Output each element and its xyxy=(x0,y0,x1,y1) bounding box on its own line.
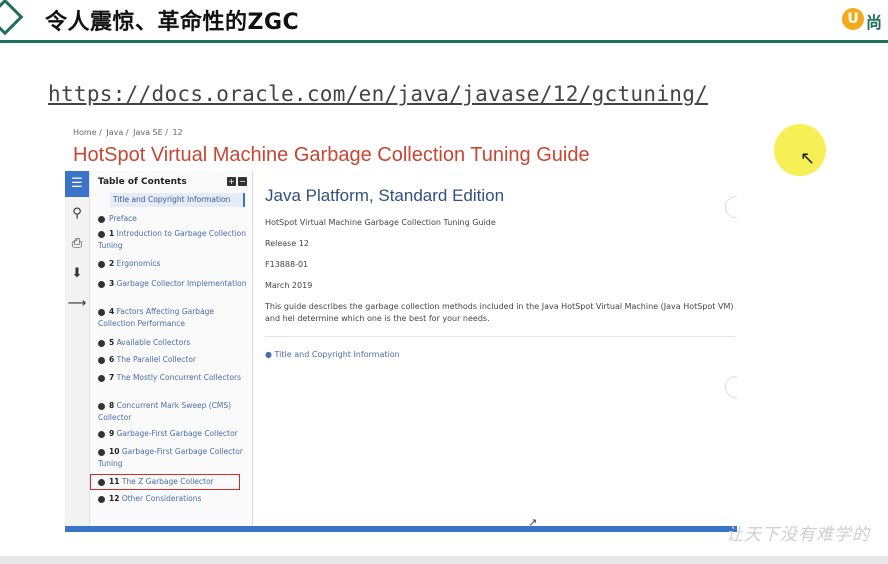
toc-heading: Table of Contents xyxy=(98,177,187,187)
watermark-text: 让天下没有难学的 xyxy=(726,525,870,545)
toc-item[interactable]: 6 The Parallel Collector xyxy=(98,354,248,366)
main-content: Java Platform, Standard Edition HotSpot … xyxy=(253,171,737,532)
toc-item-label: Garbage Collector Implementation xyxy=(116,279,247,288)
diamond-logo-icon xyxy=(0,0,24,36)
toc-item[interactable]: 1 Introduction to Garbage Collection Tun… xyxy=(98,228,248,252)
toc-item-number: 7 xyxy=(109,373,115,382)
expand-all-icon[interactable]: + xyxy=(227,177,236,186)
brand-text: 尚 xyxy=(866,13,883,32)
toc-item-number: 4 xyxy=(109,307,115,316)
cursor-arrow-icon: ↖ xyxy=(800,148,816,169)
slide-title: 令人震惊、革命性的ZGC xyxy=(45,10,300,35)
share-icon[interactable]: ⟶ xyxy=(65,291,89,317)
toc-item[interactable]: 5 Available Collectors xyxy=(98,337,248,349)
release-text: Release 12 xyxy=(265,239,309,248)
expand-bullet-icon[interactable] xyxy=(98,495,105,503)
toc-item-number: 3 xyxy=(109,279,115,288)
expand-bullet-icon[interactable] xyxy=(98,448,105,456)
expand-bullet-icon[interactable] xyxy=(98,215,105,223)
toc-item-label: Available Collectors xyxy=(116,338,191,347)
toc-item-label: Ergonomics xyxy=(116,259,161,268)
toc-item-number: 6 xyxy=(109,355,115,364)
expand-bullet-icon[interactable] xyxy=(98,356,105,364)
doc-id-text: F13888-01 xyxy=(265,260,309,269)
toc-item[interactable]: 12 Other Considerations xyxy=(98,493,248,505)
breadcrumb: Home / Java / Java SE / 12 xyxy=(73,128,185,137)
title-copyright-label: Title and Copyright Information xyxy=(274,350,400,359)
toc-item-number: 12 xyxy=(109,494,120,503)
toc-item-number: 5 xyxy=(109,338,115,347)
expand-bullet-icon[interactable] xyxy=(98,280,105,288)
breadcrumb-version[interactable]: 12 xyxy=(172,128,182,137)
toc-item-title[interactable]: Title and Copyright Information xyxy=(110,193,245,207)
content-divider xyxy=(265,336,735,337)
brand-mark: U xyxy=(842,8,864,30)
toc-item[interactable]: 4 Factors Affecting Garbage Collection P… xyxy=(98,306,248,330)
collapse-all-icon[interactable]: − xyxy=(238,177,247,186)
prev-page-icon[interactable] xyxy=(725,376,737,398)
toc-item[interactable]: 10 Garbage-First Garbage Collector Tunin… xyxy=(98,446,248,470)
link-arrow-icon: ● xyxy=(265,350,275,359)
date-text: March 2019 xyxy=(265,281,313,290)
toc-item-label: Garbage-First Garbage Collector xyxy=(116,429,238,438)
expand-bullet-icon[interactable] xyxy=(98,308,105,316)
slide-header: 令人震惊、革命性的ZGC U 尚 xyxy=(0,0,888,43)
breadcrumb-javase[interactable]: Java SE / xyxy=(133,128,168,137)
toc-item[interactable]: Preface xyxy=(98,213,248,225)
search-icon[interactable]: ⚲ xyxy=(65,201,89,227)
description-text: This guide describes the garbage collect… xyxy=(265,302,734,323)
expand-bullet-icon[interactable] xyxy=(98,374,105,382)
toc-item-number: 10 xyxy=(109,447,120,456)
expand-bullet-icon[interactable] xyxy=(98,430,105,438)
toc-item-number: 9 xyxy=(109,429,115,438)
toc-item[interactable]: 9 Garbage-First Garbage Collector xyxy=(98,428,248,440)
toc-item-number: 2 xyxy=(109,259,115,268)
footer-strip xyxy=(0,556,888,564)
expand-bullet-icon[interactable] xyxy=(98,402,105,410)
toc-item-label: Factors Affecting Garbage Collection Per… xyxy=(98,307,215,328)
breadcrumb-java[interactable]: Java / xyxy=(106,128,128,137)
download-icon[interactable]: ⬇ xyxy=(65,261,89,287)
expand-bullet-icon[interactable] xyxy=(98,230,105,238)
toc-item[interactable]: 3 Garbage Collector Implementation xyxy=(98,278,248,290)
toc-item-label: The Parallel Collector xyxy=(116,355,196,364)
toc-item-label: Concurrent Mark Sweep (CMS) Collector xyxy=(98,401,232,422)
toc-item-number: 1 xyxy=(109,229,115,238)
toc-item-label: Other Considerations xyxy=(121,494,202,503)
tool-rail: ☰ ⚲ ⎙ ⬇ ⟶ xyxy=(65,171,90,532)
list-icon[interactable]: ☰ xyxy=(65,171,89,197)
next-page-icon[interactable] xyxy=(725,196,737,218)
expand-bullet-icon[interactable] xyxy=(98,260,105,268)
title-copyright-link[interactable]: ● Title and Copyright Information xyxy=(265,350,400,359)
print-icon[interactable]: ⎙ xyxy=(65,231,89,257)
toc-item-label: Introduction to Garbage Collection Tunin… xyxy=(98,229,247,250)
header-divider xyxy=(0,40,888,43)
toc-item-label: The Mostly Concurrent Collectors xyxy=(116,373,242,382)
toc-item-label: Preface xyxy=(109,214,137,223)
expand-bullet-icon[interactable] xyxy=(98,339,105,347)
toc-item-label: Garbage-First Garbage Collector Tuning xyxy=(98,447,243,468)
brand-logo: U 尚 xyxy=(842,6,888,34)
toc-item-number: 8 xyxy=(109,401,115,410)
content-subtitle: HotSpot Virtual Machine Garbage Collecti… xyxy=(265,218,496,227)
toc-item[interactable]: 8 Concurrent Mark Sweep (CMS) Collector xyxy=(98,400,248,424)
page-title: HotSpot Virtual Machine Garbage Collecti… xyxy=(73,144,590,166)
toc-highlight-box xyxy=(90,474,240,490)
toc-item[interactable]: 2 Ergonomics xyxy=(98,258,248,270)
breadcrumb-home[interactable]: Home / xyxy=(73,128,102,137)
docs-screenshot: Home / Java / Java SE / 12 HotSpot Virtu… xyxy=(65,124,737,532)
docs-url-link[interactable]: https://docs.oracle.com/en/java/javase/1… xyxy=(48,82,708,106)
bottom-scroll-bar[interactable] xyxy=(65,526,737,532)
content-heading: Java Platform, Standard Edition xyxy=(265,186,505,205)
toc-item[interactable]: 7 The Mostly Concurrent Collectors xyxy=(98,372,248,384)
